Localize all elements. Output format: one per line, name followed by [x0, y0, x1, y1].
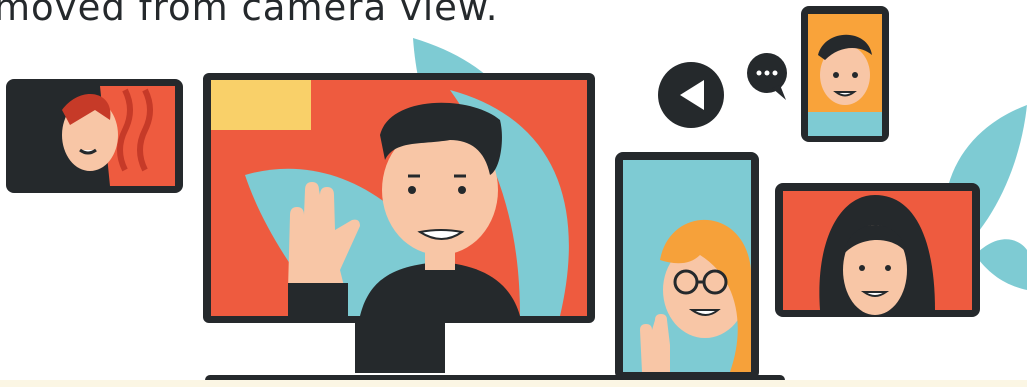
chat-bubble-icon [747, 53, 787, 100]
video-call-illustration [6, 6, 1027, 385]
phone-top [801, 6, 889, 142]
tablet-left [6, 79, 183, 193]
tablet-middle [615, 152, 759, 380]
monitor [203, 73, 595, 323]
tablet-right [775, 183, 980, 317]
play-icon [658, 62, 724, 128]
bottom-divider [0, 380, 1027, 387]
